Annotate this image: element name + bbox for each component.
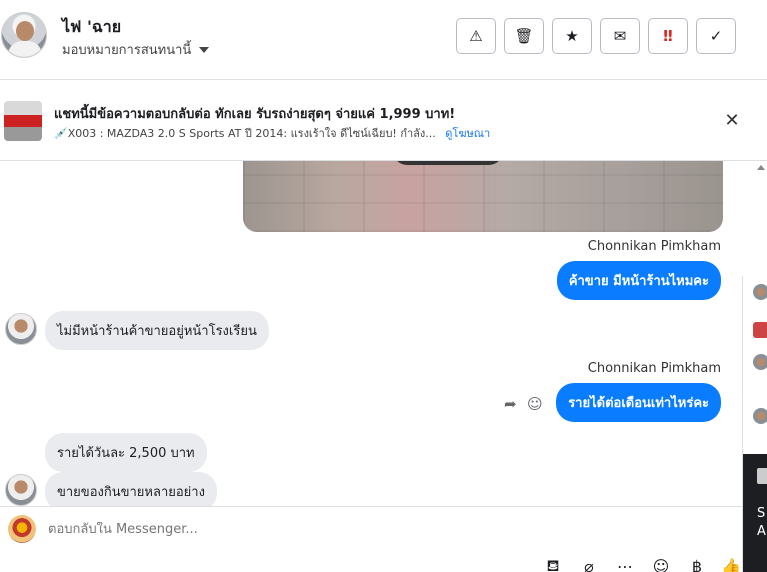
ad-thumbnail[interactable] <box>4 101 42 141</box>
attachment-icon[interactable]: ⌀ <box>578 555 600 572</box>
outgoing-message[interactable]: รายได้ต่อเดือนเท่าไหร่คะ <box>556 383 721 422</box>
chevron-down-icon <box>199 46 210 53</box>
scroll-up-icon[interactable] <box>757 165 765 170</box>
ad-context-banner: แชทนี้มีข้อความตอบกลับต่อ ทักเลย รับรถง่… <box>0 81 767 161</box>
sender-name: Chonnikan Pimkham <box>587 239 721 254</box>
card-text: A <box>757 524 766 539</box>
side-panel: S A <box>742 276 767 572</box>
avatar[interactable] <box>753 354 767 370</box>
ad-description: 💉X003 : MAZDA3 2.0 S Sports AT ปี 2014: … <box>54 127 436 140</box>
avatar <box>5 474 37 506</box>
avatar <box>5 313 37 345</box>
ad-subtitle: 💉X003 : MAZDA3 2.0 S Sports AT ปี 2014: … <box>54 124 490 142</box>
done-button[interactable]: ✓ <box>696 18 736 54</box>
dark-card: S A <box>743 454 767 572</box>
conversation-header: ไฟ 'ฉาย มอบหมายการสนทนานี้ ⚠ 🗑 ★ ✉ ‼ ✓ <box>0 0 767 80</box>
payment-icon[interactable]: ฿ <box>686 555 708 572</box>
react-emoji-icon[interactable]: ☺ <box>527 395 543 413</box>
ad-thumbnail[interactable] <box>753 322 767 338</box>
outgoing-message[interactable]: ค้าขาย มีหน้าร้านไหมคะ <box>556 261 721 300</box>
reply-icon[interactable]: ➦ <box>504 395 517 413</box>
avatar[interactable] <box>753 284 767 300</box>
report-button[interactable]: ⚠ <box>456 18 496 54</box>
assign-dropdown[interactable]: มอบหมายการสนทนานี้ <box>62 39 210 60</box>
trash-icon: 🗑 <box>514 27 534 45</box>
star-button[interactable]: ★ <box>552 18 592 54</box>
shared-photo[interactable] <box>243 161 723 232</box>
incoming-message[interactable]: ขายของกินขายหลายอย่าง <box>45 472 217 506</box>
avatar[interactable] <box>753 408 767 424</box>
thumbnail <box>757 468 767 484</box>
saved-reply-icon[interactable]: ⛾ <box>542 555 564 572</box>
message-thread: Chonnikan Pimkham ค้าขาย มีหน้าร้านไหมคะ… <box>0 161 740 506</box>
delete-button[interactable]: 🗑 <box>504 18 544 54</box>
sender-name: Chonnikan Pimkham <box>587 361 721 376</box>
page-avatar <box>8 515 36 543</box>
assign-label: มอบหมายการสนทนานี้ <box>62 43 192 58</box>
incoming-message[interactable]: รายได้วันละ 2,500 บาท <box>45 433 207 472</box>
mark-unread-icon: ✉ <box>613 27 627 45</box>
reply-input[interactable] <box>48 522 648 537</box>
card-text: S <box>757 506 766 521</box>
messenger-inbox: ไฟ 'ฉาย มอบหมายการสนทนานี้ ⚠ 🗑 ★ ✉ ‼ ✓ แ… <box>0 0 767 572</box>
emoji-icon[interactable]: ☺ <box>650 555 672 572</box>
contact-name[interactable]: ไฟ 'ฉาย <box>62 15 121 40</box>
more-icon[interactable]: ⋯ <box>614 555 636 572</box>
mark-unread-button[interactable]: ✉ <box>600 18 640 54</box>
incoming-message[interactable]: ไม่มีหน้าร้านค้าขายอยู่หน้าโรงเรียน <box>45 311 269 350</box>
warning-icon: ⚠ <box>469 27 483 45</box>
composer: ⛾ ⌀ ⋯ ☺ ฿ 👍 <box>0 506 742 572</box>
star-icon: ★ <box>565 27 579 45</box>
avatar[interactable] <box>1 12 47 58</box>
important-button[interactable]: ‼ <box>648 18 688 54</box>
like-icon[interactable]: 👍 <box>720 555 742 572</box>
important-icon: ‼ <box>663 27 673 45</box>
view-ad-link[interactable]: ดูโฆษณา <box>445 127 490 140</box>
ad-title: แชทนี้มีข้อความตอบกลับต่อ ทักเลย รับรถง่… <box>54 107 456 122</box>
close-icon[interactable]: ✕ <box>722 111 742 131</box>
check-icon: ✓ <box>709 27 723 45</box>
